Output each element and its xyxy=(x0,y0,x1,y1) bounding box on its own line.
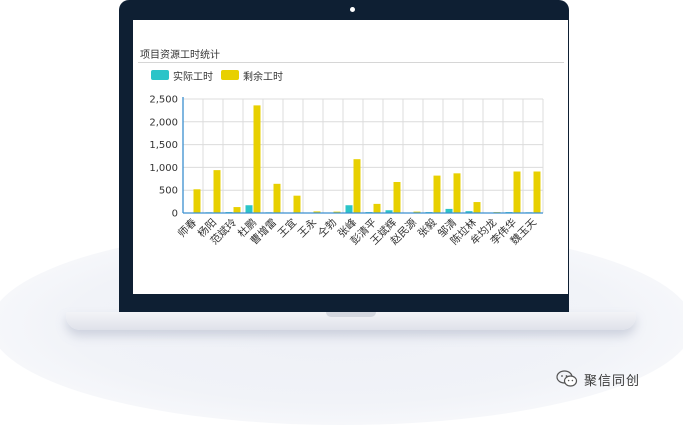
dashboard-screen: 项目资源工时统计 实际工时 剩余工时 0 500 1,000 1,500 2,000 2,… xyxy=(133,20,568,294)
bar-remaining xyxy=(353,159,361,213)
watermark: 聚信同创 xyxy=(556,368,640,390)
bar-actual xyxy=(245,205,253,213)
y-tick-label: 1,000 xyxy=(149,163,178,174)
bar-remaining xyxy=(233,207,241,213)
bar-remaining xyxy=(533,171,541,213)
bar-remaining xyxy=(193,189,201,213)
x-tick-label: 张毅 xyxy=(415,216,439,240)
bar-remaining xyxy=(213,170,221,213)
x-tick-label: 仝勃 xyxy=(315,216,339,240)
y-tick-label: 2,500 xyxy=(149,95,178,106)
x-tick-label: 王永 xyxy=(295,216,319,240)
laptop-base xyxy=(66,312,636,330)
wechat-icon xyxy=(556,370,578,387)
y-tick-label: 500 xyxy=(159,186,178,197)
x-tick-label: 王宜 xyxy=(275,216,299,240)
camera-dot xyxy=(350,7,355,12)
laptop-notch xyxy=(326,312,376,317)
bar-remaining xyxy=(453,173,461,213)
y-tick-label: 2,000 xyxy=(149,117,178,128)
bar-actual xyxy=(345,205,353,213)
bar-remaining xyxy=(253,105,261,213)
bar-remaining xyxy=(293,195,301,213)
x-tick-label: 师春 xyxy=(175,216,199,240)
watermark-text: 聚信同创 xyxy=(584,373,641,389)
bar-remaining xyxy=(473,202,481,213)
bar-remaining xyxy=(513,171,521,213)
y-tick-label: 1,500 xyxy=(149,140,178,151)
bar-remaining xyxy=(433,175,441,213)
bar-remaining xyxy=(373,203,381,213)
bar-chart: 05001,0001,5002,0002,500师春杨阳范斌玲杜鹏曹增雷王宜王永… xyxy=(149,95,544,247)
y-tick-label: 0 xyxy=(172,209,178,220)
bar-remaining xyxy=(273,183,281,213)
bar-remaining xyxy=(393,181,401,213)
